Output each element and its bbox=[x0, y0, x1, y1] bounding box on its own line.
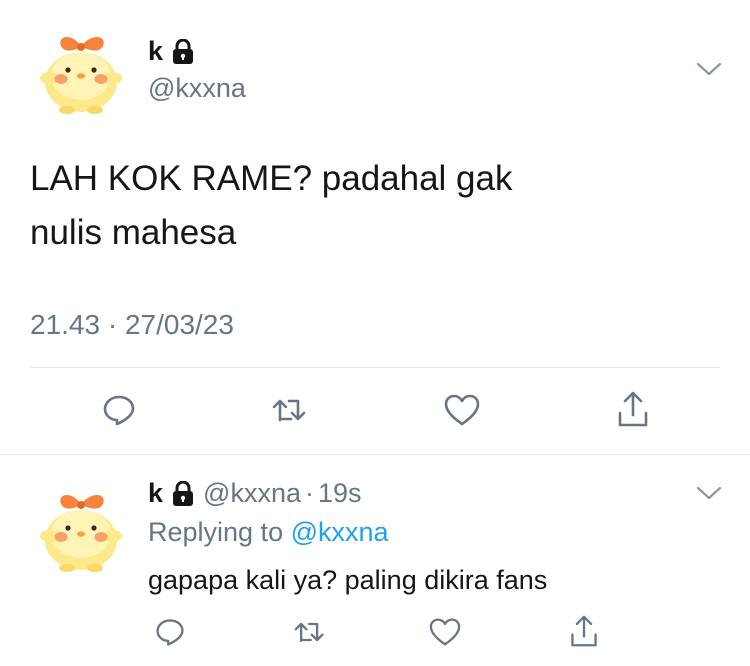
reply-button[interactable] bbox=[97, 390, 141, 430]
tweet-text: LAH KOK RAME? padahal gak nulis mahesa bbox=[30, 152, 670, 260]
reply-icon bbox=[156, 619, 184, 646]
like-icon bbox=[429, 618, 461, 646]
replying-to-label: Replying to bbox=[148, 517, 284, 547]
chick-avatar-icon bbox=[40, 36, 122, 114]
reply-author-name: k bbox=[148, 478, 164, 508]
retweet-button[interactable] bbox=[268, 390, 312, 430]
reply-author-handle: @kxxna bbox=[203, 478, 301, 508]
replying-to-line: Replying to @kxxna bbox=[148, 517, 389, 548]
retweet-icon bbox=[272, 399, 306, 422]
section-divider bbox=[0, 454, 750, 455]
tweet-text-line: LAH KOK RAME? padahal gak bbox=[30, 159, 513, 198]
chevron-down-icon[interactable] bbox=[695, 60, 723, 78]
author-handle[interactable]: @kxxna bbox=[148, 73, 246, 104]
reply-avatar[interactable] bbox=[37, 484, 129, 576]
retweet-button[interactable] bbox=[290, 612, 330, 652]
tweet-timestamp[interactable]: 21.43 · 27/03/23 bbox=[30, 309, 234, 341]
lock-icon bbox=[173, 480, 194, 506]
tweet-text-line: nulis mahesa bbox=[30, 213, 237, 252]
time-separator: · bbox=[304, 478, 314, 508]
retweet-icon bbox=[294, 622, 324, 643]
reply-text: gapapa kali ya? paling dikira fans bbox=[148, 565, 548, 595]
avatar[interactable] bbox=[37, 26, 129, 118]
reply-header[interactable]: k @kxxna · 19s bbox=[148, 478, 362, 509]
lock-icon bbox=[173, 38, 194, 64]
share-button[interactable] bbox=[564, 610, 604, 652]
replying-to-link[interactable]: @kxxna bbox=[291, 517, 389, 547]
author-name-row[interactable]: k bbox=[148, 36, 195, 67]
divider bbox=[30, 367, 720, 368]
chevron-down-icon[interactable] bbox=[695, 484, 723, 502]
like-icon bbox=[444, 394, 480, 426]
share-icon bbox=[618, 391, 648, 427]
reply-button[interactable] bbox=[150, 612, 190, 652]
like-button[interactable] bbox=[425, 612, 465, 652]
reply-icon bbox=[103, 395, 135, 426]
reply-time: 19s bbox=[317, 478, 362, 508]
like-button[interactable] bbox=[440, 390, 484, 430]
share-icon bbox=[571, 615, 597, 647]
share-button[interactable] bbox=[611, 388, 655, 430]
author-name: k bbox=[148, 36, 164, 66]
chick-avatar-icon bbox=[40, 494, 122, 572]
